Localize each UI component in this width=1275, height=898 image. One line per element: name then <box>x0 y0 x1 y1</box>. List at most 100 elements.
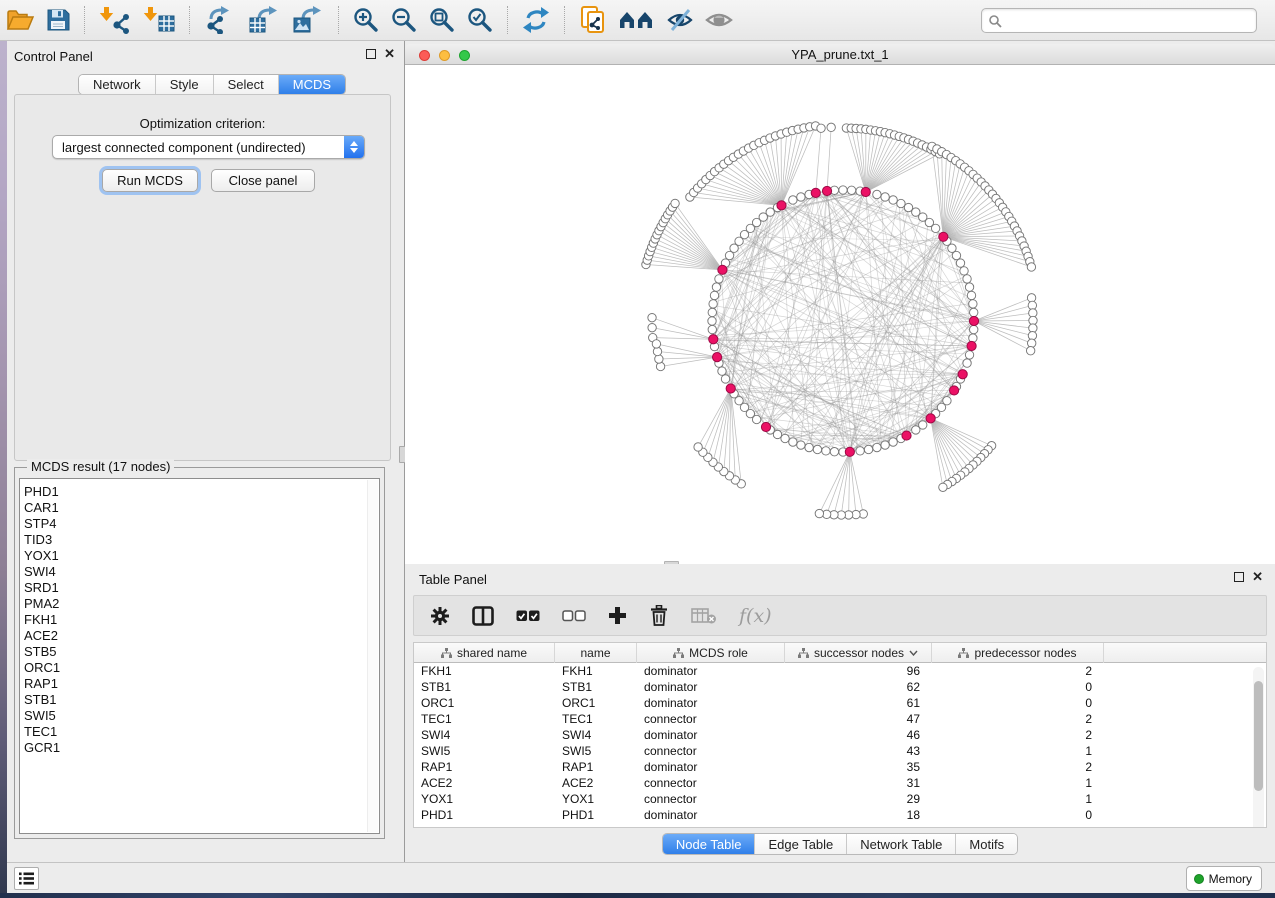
tab-mcds[interactable]: MCDS <box>279 75 345 94</box>
result-list-scrollbar[interactable] <box>367 480 378 832</box>
column-header-successor-nodes[interactable]: successor nodes <box>785 643 932 663</box>
first-neighbors-icon[interactable] <box>618 3 656 37</box>
table-cell: dominator <box>637 663 785 679</box>
close-panel-icon[interactable]: ✕ <box>384 49 395 59</box>
table-row[interactable]: ACE2ACE2connector311 <box>414 775 1266 791</box>
table-cell: SWI5 <box>414 743 555 759</box>
mcds-tab-content: Optimization criterion: largest connecte… <box>14 94 391 461</box>
network-graph[interactable] <box>405 65 1275 564</box>
mcds-result-item[interactable]: SWI4 <box>24 564 379 580</box>
table-cell: 2 <box>932 711 1104 727</box>
table-settings-icon[interactable] <box>430 606 450 626</box>
show-columns-icon[interactable] <box>472 606 494 626</box>
table-scrollbar-thumb[interactable] <box>1254 681 1263 791</box>
table-row[interactable]: SWI4SWI4dominator462 <box>414 727 1266 743</box>
column-header-MCDS-role[interactable]: MCDS role <box>637 643 785 663</box>
table-cell: 96 <box>785 663 932 679</box>
status-bar: Memory <box>7 862 1275 893</box>
column-header-predecessor-nodes[interactable]: predecessor nodes <box>932 643 1104 663</box>
mcds-result-item[interactable]: TEC1 <box>24 724 379 740</box>
zoom-in-icon[interactable] <box>352 3 380 37</box>
save-session-icon[interactable] <box>45 3 71 37</box>
import-network-icon[interactable] <box>98 3 132 37</box>
column-header-shared-name[interactable]: shared name <box>414 643 555 663</box>
search-field[interactable] <box>981 8 1257 33</box>
export-network-icon[interactable] <box>203 3 237 37</box>
table-row[interactable]: TEC1TEC1connector472 <box>414 711 1266 727</box>
export-image-icon[interactable] <box>291 3 325 37</box>
float-panel-icon[interactable] <box>366 49 376 59</box>
table-cell: FKH1 <box>414 663 555 679</box>
add-column-icon[interactable] <box>608 606 627 625</box>
close-panel-button[interactable]: Close panel <box>211 169 315 192</box>
table-cell: FKH1 <box>555 663 637 679</box>
mcds-result-item[interactable]: STB5 <box>24 644 379 660</box>
mcds-result-item[interactable]: FKH1 <box>24 612 379 628</box>
close-panel-icon[interactable]: ✕ <box>1252 572 1263 582</box>
memory-button[interactable]: Memory <box>1186 866 1262 891</box>
network-window-titlebar[interactable]: YPA_prune.txt_1 <box>405 44 1275 65</box>
table-row[interactable]: ORC1ORC1dominator610 <box>414 695 1266 711</box>
tab-node-table[interactable]: Node Table <box>663 834 756 854</box>
criterion-select[interactable]: largest connected component (undirected) <box>52 135 365 159</box>
search-input[interactable] <box>1004 10 1256 31</box>
main-toolbar <box>0 0 1275 41</box>
table-row[interactable]: SWI5SWI5connector431 <box>414 743 1266 759</box>
table-cell: TEC1 <box>414 711 555 727</box>
task-history-button[interactable] <box>14 867 39 890</box>
delete-column-icon[interactable] <box>649 605 669 626</box>
mcds-result-item[interactable]: STP4 <box>24 516 379 532</box>
select-all-icon[interactable] <box>516 609 540 623</box>
tab-edge-table[interactable]: Edge Table <box>755 834 847 854</box>
mcds-result-item[interactable]: GCR1 <box>24 740 379 756</box>
mcds-result-item[interactable]: PMA2 <box>24 596 379 612</box>
mcds-result-item[interactable]: YOX1 <box>24 548 379 564</box>
zoom-selected-icon[interactable] <box>466 3 494 37</box>
mcds-result-item[interactable]: SRD1 <box>24 580 379 596</box>
show-all-icon[interactable] <box>704 3 734 37</box>
table-row[interactable]: STB1STB1dominator620 <box>414 679 1266 695</box>
table-row[interactable]: PHD1PHD1dominator180 <box>414 807 1266 823</box>
node-table[interactable]: shared namenameMCDS rolesuccessor nodesp… <box>413 642 1267 828</box>
toolbar-separator <box>338 6 339 34</box>
zoom-out-icon[interactable] <box>390 3 418 37</box>
tab-network[interactable]: Network <box>79 75 156 94</box>
open-file-icon[interactable] <box>5 3 35 37</box>
run-mcds-button[interactable]: Run MCDS <box>102 169 198 192</box>
mcds-result-item[interactable]: SWI5 <box>24 708 379 724</box>
table-row[interactable]: YOX1YOX1connector291 <box>414 791 1266 807</box>
new-network-from-selection-icon[interactable] <box>578 3 608 37</box>
zoom-fit-icon[interactable] <box>428 3 456 37</box>
mcds-result-item[interactable]: STB1 <box>24 692 379 708</box>
mcds-result-item[interactable]: ACE2 <box>24 628 379 644</box>
table-scrollbar[interactable] <box>1253 667 1264 828</box>
export-table-icon[interactable] <box>247 3 281 37</box>
tab-network-table[interactable]: Network Table <box>847 834 956 854</box>
mcds-result-title: MCDS result (17 nodes) <box>27 459 174 474</box>
mcds-result-item[interactable]: CAR1 <box>24 500 379 516</box>
import-table-icon[interactable] <box>142 3 176 37</box>
mcds-result-item[interactable]: PHD1 <box>24 484 379 500</box>
refresh-icon[interactable] <box>521 3 551 37</box>
table-cell: connector <box>637 743 785 759</box>
table-cell: 1 <box>932 791 1104 807</box>
network-canvas[interactable] <box>405 65 1275 564</box>
table-cell: RAP1 <box>555 759 637 775</box>
mcds-result-item[interactable]: ORC1 <box>24 660 379 676</box>
tab-select[interactable]: Select <box>214 75 279 94</box>
mcds-result-item[interactable]: TID3 <box>24 532 379 548</box>
table-cell: dominator <box>637 759 785 775</box>
tab-style[interactable]: Style <box>156 75 214 94</box>
mcds-result-list[interactable]: PHD1CAR1STP4TID3YOX1SWI4SRD1PMA2FKH1ACE2… <box>19 478 380 834</box>
table-row[interactable]: FKH1FKH1dominator962 <box>414 663 1266 679</box>
table-cell: 61 <box>785 695 932 711</box>
mcds-result-item[interactable]: RAP1 <box>24 676 379 692</box>
table-cell: YOX1 <box>555 791 637 807</box>
column-header-name[interactable]: name <box>555 643 637 663</box>
tab-motifs[interactable]: Motifs <box>956 834 1017 854</box>
table-row[interactable]: RAP1RAP1dominator352 <box>414 759 1266 775</box>
hide-selection-icon[interactable] <box>666 3 694 37</box>
column-namespace-icon <box>798 648 809 658</box>
deselect-all-icon[interactable] <box>562 609 586 623</box>
float-panel-icon[interactable] <box>1234 572 1244 582</box>
